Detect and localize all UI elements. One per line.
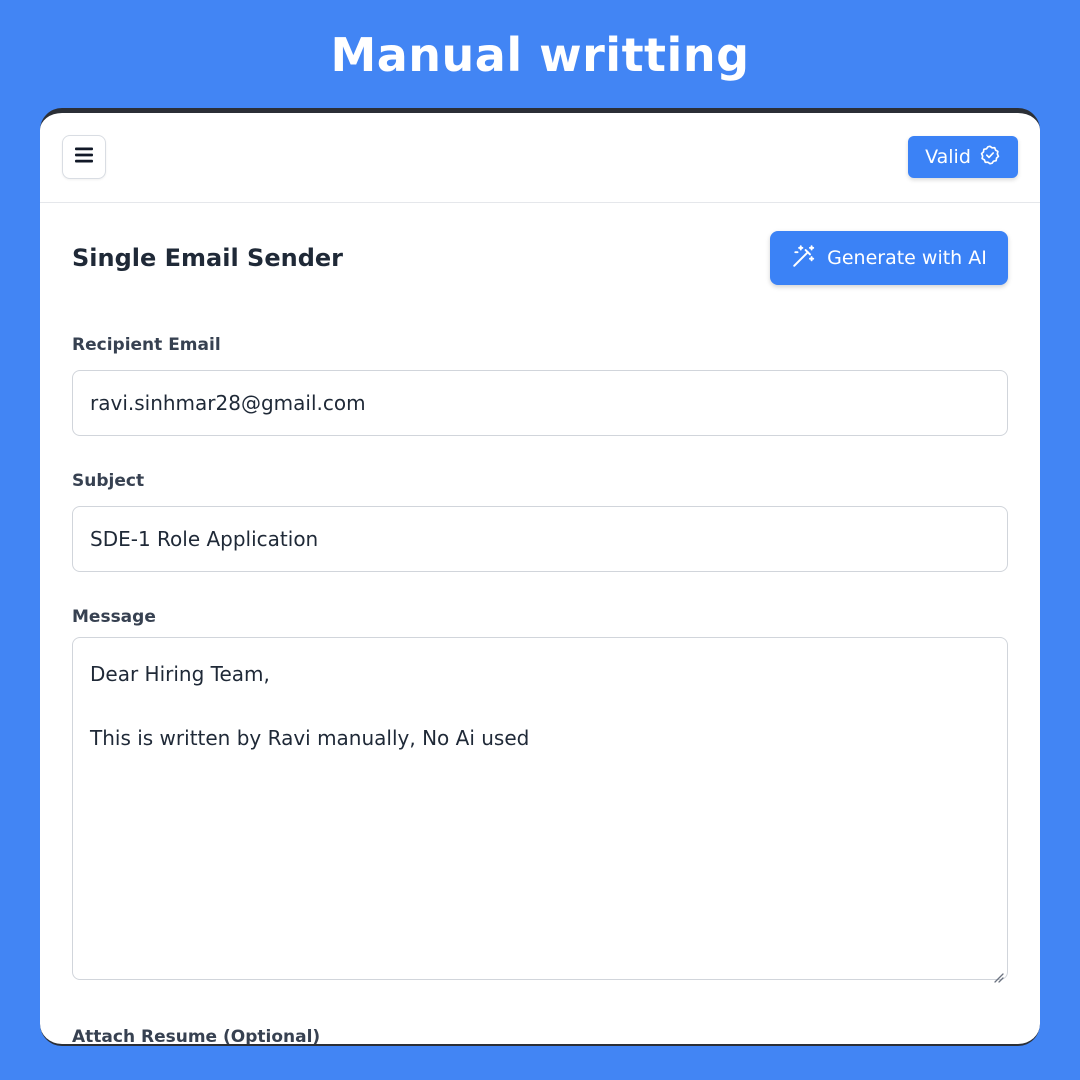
message-textarea[interactable]: Dear Hiring Team, This is written by Rav… [72,637,1008,983]
recipient-email-value: ravi.sinhmar28@gmail.com [90,391,366,415]
subject-value: SDE-1 Role Application [90,527,319,551]
badge-check-icon [979,144,1001,171]
hamburger-menu-icon [74,146,94,168]
top-bar: Valid [40,113,1040,203]
message-line: This is written by Ravi manually, No Ai … [90,726,530,750]
attach-resume-label: Attach Resume (Optional) [72,1027,321,1046]
subject-input[interactable]: SDE-1 Role Application [72,506,1008,572]
resize-handle-icon[interactable] [992,964,1004,983]
generate-with-ai-button[interactable]: Generate with AI [770,231,1008,285]
magic-wand-icon [791,243,817,274]
valid-button-label: Valid [925,146,971,168]
menu-button[interactable] [62,135,106,179]
valid-button[interactable]: Valid [908,136,1018,178]
generate-button-label: Generate with AI [827,247,987,269]
message-line: Dear Hiring Team, [90,662,270,686]
subject-label: Subject [72,471,145,491]
message-label: Message [72,607,156,627]
app-window: Valid Single Email Sender Generate with … [40,108,1040,1046]
recipient-email-input[interactable]: ravi.sinhmar28@gmail.com [72,370,1008,436]
page-title: Single Email Sender [72,244,343,272]
recipient-email-label: Recipient Email [72,335,221,355]
banner-title: Manual writting [330,28,750,82]
message-line [90,690,990,722]
